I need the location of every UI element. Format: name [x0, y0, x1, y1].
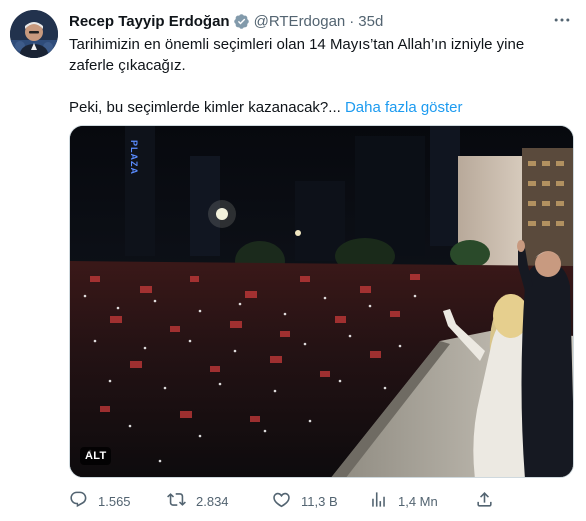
author-handle[interactable]: @RTErdogan	[254, 13, 346, 30]
more-icon[interactable]	[552, 10, 572, 30]
author-name[interactable]: Recep Tayyip Erdoğan	[69, 13, 230, 30]
tweet[interactable]: Recep Tayyip Erdoğan @RTErdogan · 35d Ta…	[0, 0, 586, 521]
tweet-header: Recep Tayyip Erdoğan @RTErdogan · 35d	[69, 10, 383, 32]
reply-count: 1.565	[98, 493, 131, 509]
timestamp[interactable]: 35d	[358, 13, 383, 30]
tweet-text-line-2: Peki, bu seçimlerde kimler kazanacak?...	[69, 99, 341, 116]
share-icon	[475, 490, 494, 512]
like-count: 11,3 B	[301, 493, 338, 509]
action-bar: 1.565 2.834 11,3 B 1,4 Mn	[69, 488, 509, 514]
retweet-button[interactable]: 2.834	[167, 488, 229, 514]
tweet-text: Tarihimizin en önemli seçimleri olan 14 …	[69, 34, 569, 118]
tweet-photo[interactable]: PLAZA ALT	[69, 125, 574, 478]
avatar[interactable]	[10, 10, 58, 58]
retweet-icon	[167, 490, 186, 512]
retweet-count: 2.834	[196, 493, 229, 509]
rally-photo: PLAZA	[70, 126, 573, 477]
views-icon	[369, 490, 388, 512]
verified-badge-icon	[233, 13, 250, 30]
tweet-text-line: Peki, bu seçimlerde kimler kazanacak?...…	[69, 97, 569, 118]
show-more-link[interactable]: Daha fazla göster	[345, 99, 463, 116]
like-icon	[272, 490, 291, 512]
reply-button[interactable]: 1.565	[69, 488, 131, 514]
like-button[interactable]: 11,3 B	[272, 488, 338, 514]
tweet-text-line: Tarihimizin en önemli seçimleri olan 14 …	[69, 36, 525, 74]
reply-icon	[69, 490, 88, 512]
share-button[interactable]	[475, 488, 494, 514]
plaza-sign: PLAZA	[129, 140, 139, 175]
views-count: 1,4 Mn	[398, 493, 438, 509]
views-button[interactable]: 1,4 Mn	[369, 488, 438, 514]
alt-badge[interactable]: ALT	[80, 447, 112, 465]
separator-dot: ·	[349, 12, 355, 30]
